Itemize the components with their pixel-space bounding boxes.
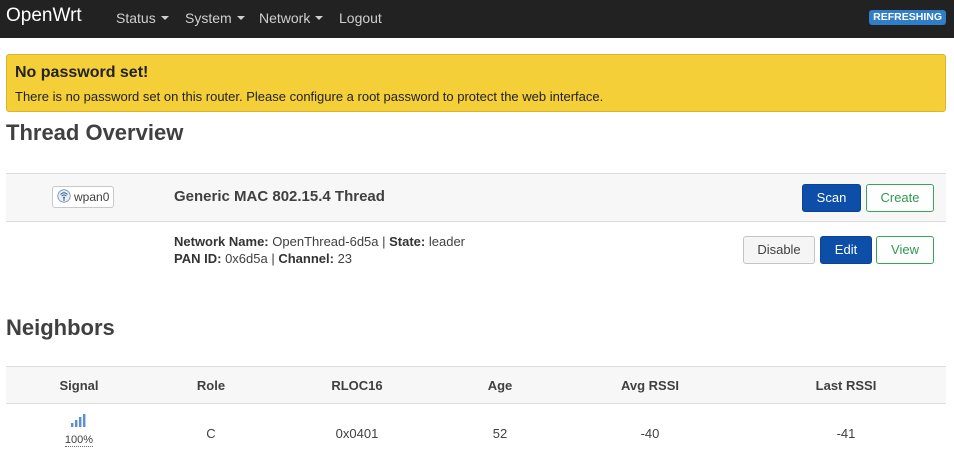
thread-interface-header-row: wpan0 Generic MAC 802.15.4 Thread Scan C…	[6, 173, 946, 222]
caret-down-icon	[236, 16, 245, 20]
nav-status-label: Status	[116, 10, 156, 26]
neighbors-heading: Neighbors	[6, 315, 115, 340]
edit-button[interactable]: Edit	[820, 236, 872, 264]
col-age-header: Age	[487, 378, 513, 393]
nav-status-menu[interactable]: Status	[116, 10, 169, 26]
pan-id-label: PAN ID:	[174, 251, 222, 266]
alert-title: No password set!	[15, 64, 149, 81]
network-name-value: OpenThread-6d5a	[272, 234, 379, 249]
scan-button[interactable]: Scan	[802, 184, 861, 212]
col-avg-rssi-header: Avg RSSI	[620, 378, 680, 393]
nav-network-menu[interactable]: Network	[259, 10, 324, 26]
brand-logo[interactable]: OpenWrt	[6, 4, 82, 28]
refreshing-badge[interactable]: REFRESHING	[869, 10, 946, 25]
thread-overview-heading: Thread Overview	[6, 120, 184, 145]
age-cell: 52	[492, 426, 508, 441]
wireless-icon	[57, 189, 71, 209]
nav-network-label: Network	[259, 10, 311, 26]
col-rloc16-header: RLOC16	[331, 378, 383, 393]
interface-badge-label: wpan0	[74, 190, 110, 204]
signal-cell: 100%	[64, 412, 94, 447]
state-value: leader	[428, 234, 466, 249]
avg-rssi-cell: -40	[640, 426, 660, 441]
table-header-row: Signal Role RLOC16 Age Avg RSSI Last RSS…	[6, 366, 946, 404]
nav-logout-link[interactable]: Logout	[339, 10, 382, 26]
nav-system-menu[interactable]: System	[185, 10, 245, 26]
no-password-alert: No password set! There is no password se…	[6, 54, 946, 112]
channel-label: Channel:	[278, 251, 334, 266]
top-navbar: OpenWrt Status System Network Logout REF…	[0, 0, 954, 38]
interface-name: Generic MAC 802.15.4 Thread	[174, 188, 385, 205]
col-role-header: Role	[196, 378, 226, 393]
caret-down-icon	[160, 16, 169, 20]
state-label: State:	[389, 234, 426, 249]
view-button[interactable]: View	[876, 236, 934, 264]
channel-value: 23	[337, 251, 353, 266]
caret-down-icon	[315, 16, 324, 20]
nav-system-label: System	[185, 10, 232, 26]
network-state-line: Network Name: OpenThread-6d5a | State: l…	[174, 234, 466, 249]
network-name-label: Network Name:	[174, 234, 269, 249]
create-button[interactable]: Create	[866, 184, 934, 212]
interface-details: Network Name: OpenThread-6d5a | State: l…	[174, 233, 465, 267]
thread-interface-detail-row: Network Name: OpenThread-6d5a | State: l…	[6, 222, 946, 274]
disable-button[interactable]: Disable	[743, 236, 815, 264]
col-signal-header: Signal	[59, 378, 99, 393]
interface-badge: wpan0	[52, 186, 115, 209]
col-last-rssi-header: Last RSSI	[815, 378, 877, 393]
alert-message: There is no password set on this router.…	[15, 89, 604, 104]
table-row: 100% C 0x0401 52 -40 -41	[6, 404, 946, 460]
signal-percent: 100%	[64, 434, 94, 447]
last-rssi-cell: -41	[836, 426, 856, 441]
pan-channel-line: PAN ID: 0x6d5a | Channel: 23	[174, 251, 353, 266]
role-cell: C	[206, 426, 216, 441]
signal-bars-icon	[65, 412, 93, 431]
rloc16-cell: 0x0401	[335, 426, 379, 441]
pan-id-value: 0x6d5a	[225, 251, 268, 266]
